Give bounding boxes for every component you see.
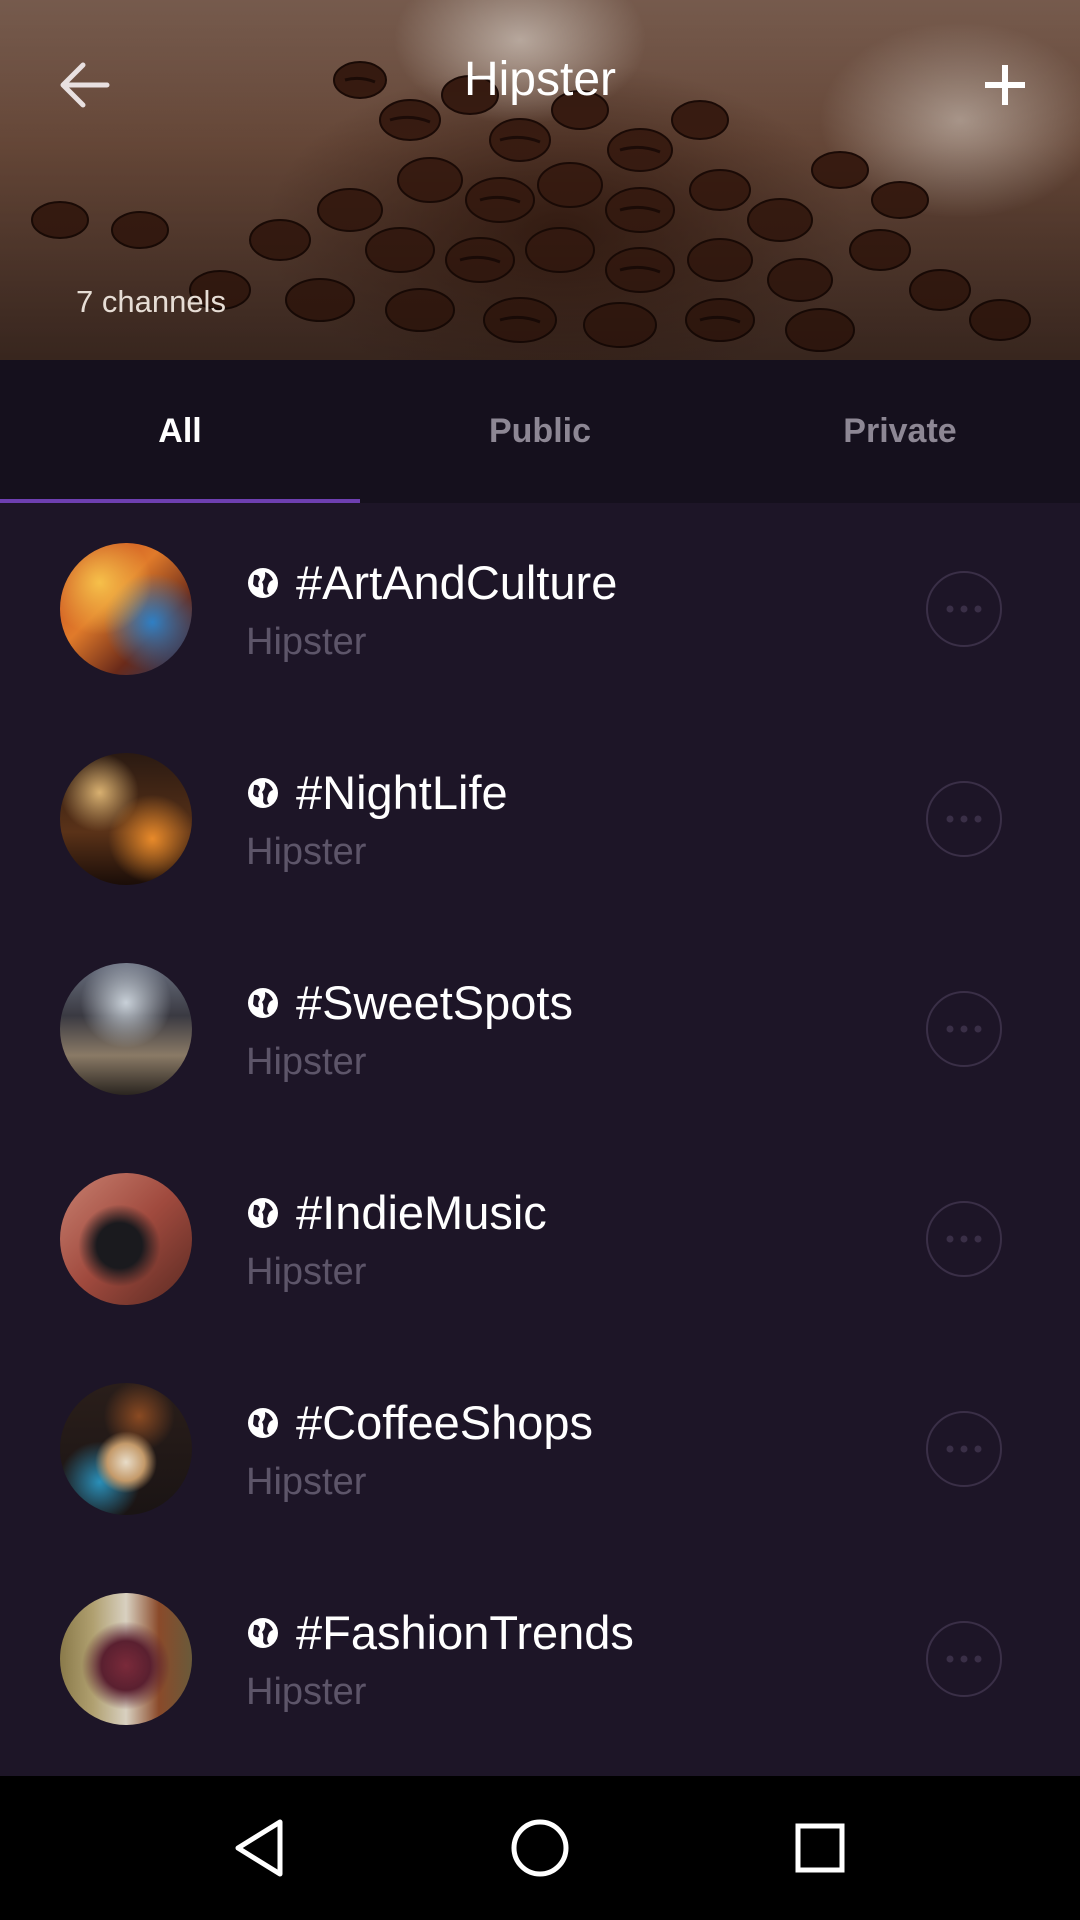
system-nav-bar	[0, 1776, 1080, 1920]
tab-label: Private	[843, 412, 957, 450]
more-horizontal-icon	[946, 1445, 982, 1453]
avatar	[60, 543, 192, 675]
more-options-button[interactable]	[926, 991, 1002, 1067]
channel-name: #CoffeeShops	[296, 1396, 594, 1449]
plus-icon	[985, 65, 1025, 105]
nav-recents-button[interactable]	[770, 1798, 870, 1898]
channel-name: #IndieMusic	[296, 1186, 547, 1239]
avatar	[60, 1173, 192, 1305]
tab-all[interactable]: All	[0, 360, 360, 503]
channel-name: #SweetSpots	[296, 976, 573, 1029]
globe-icon	[248, 778, 278, 808]
channel-name: #FashionTrends	[296, 1606, 634, 1659]
globe-icon	[248, 1408, 278, 1438]
more-options-button[interactable]	[926, 571, 1002, 647]
list-item[interactable]: #SweetSpots Hipster	[0, 923, 1080, 1133]
channel-group: Hipster	[246, 831, 367, 873]
globe-icon	[248, 1618, 278, 1648]
globe-icon	[248, 568, 278, 598]
avatar	[60, 963, 192, 1095]
globe-icon	[248, 988, 278, 1018]
nav-back-icon	[235, 1819, 283, 1877]
channel-group: Hipster	[246, 1671, 367, 1713]
list-item[interactable]: #CoffeeShops Hipster	[0, 1343, 1080, 1553]
more-horizontal-icon	[946, 815, 982, 823]
more-options-button[interactable]	[926, 1201, 1002, 1277]
nav-back-button[interactable]	[210, 1798, 310, 1898]
avatar	[60, 753, 192, 885]
list-item[interactable]: #IndieMusic Hipster	[0, 1133, 1080, 1343]
list-item[interactable]: #ArtAndCulture Hipster	[0, 503, 1080, 713]
channel-group: Hipster	[246, 1461, 367, 1503]
channel-header: Hipster 7 channels	[0, 0, 1080, 360]
more-horizontal-icon	[946, 605, 982, 613]
page-title: Hipster	[463, 53, 617, 106]
more-horizontal-icon	[946, 1655, 982, 1663]
nav-home-button[interactable]	[490, 1798, 590, 1898]
more-options-button[interactable]	[926, 1621, 1002, 1697]
more-options-button[interactable]	[926, 781, 1002, 857]
channel-group: Hipster	[246, 1041, 367, 1083]
more-horizontal-icon	[946, 1025, 982, 1033]
channel-list: #ArtAndCulture Hipster #NightLife Hipste…	[0, 503, 1080, 1763]
globe-icon	[248, 1198, 278, 1228]
tab-public[interactable]: Public	[360, 360, 720, 503]
list-item[interactable]: #FashionTrends Hipster	[0, 1553, 1080, 1763]
list-item[interactable]: #NightLife Hipster	[0, 713, 1080, 923]
more-options-button[interactable]	[926, 1411, 1002, 1487]
avatar	[60, 1383, 192, 1515]
more-horizontal-icon	[946, 1235, 982, 1243]
channel-group: Hipster	[246, 1251, 367, 1293]
tab-label: Public	[488, 412, 592, 450]
channel-name: #NightLife	[296, 766, 508, 819]
channel-group: Hipster	[246, 621, 367, 663]
nav-recents-icon	[795, 1823, 845, 1873]
channel-tabs: All Public Private	[0, 360, 1080, 503]
avatar	[60, 1593, 192, 1725]
tab-private[interactable]: Private	[720, 360, 1080, 503]
tab-label: All	[158, 412, 202, 450]
channel-count: 7 channels	[76, 284, 226, 319]
channel-name: #ArtAndCulture	[296, 556, 618, 609]
add-channel-button[interactable]	[970, 50, 1040, 120]
nav-home-icon	[511, 1819, 569, 1877]
